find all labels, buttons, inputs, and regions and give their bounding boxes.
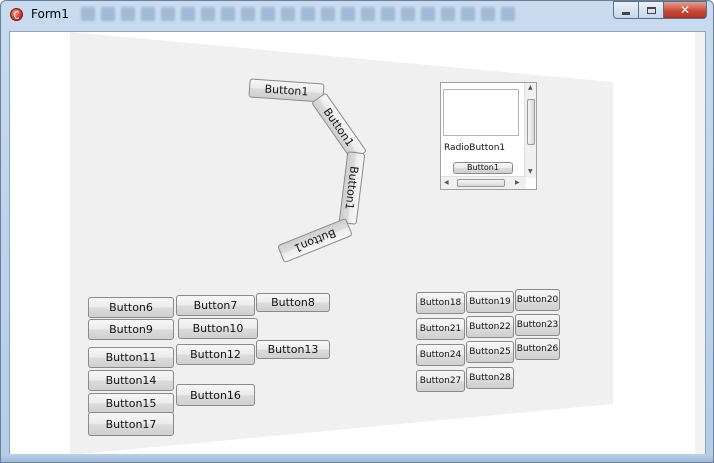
button-7[interactable]: Button7 bbox=[176, 295, 255, 316]
minimize-button[interactable] bbox=[613, 1, 639, 19]
client-area: Button1 Button1 Button1 Button1 RadioBut… bbox=[9, 31, 706, 455]
maximize-button[interactable] bbox=[639, 1, 664, 19]
client-scrollbar[interactable] bbox=[695, 32, 705, 454]
toolbar-icon bbox=[401, 7, 415, 21]
button-10[interactable]: Button10 bbox=[178, 318, 258, 339]
button-26[interactable]: Button26 bbox=[515, 338, 560, 360]
form-window: Form1 ✕ Button1 Button1 Button1 Button1 … bbox=[0, 0, 714, 463]
horizontal-scroll-thumb[interactable] bbox=[457, 179, 505, 187]
radio-button-label[interactable]: RadioButton1 bbox=[444, 143, 505, 153]
toolbar-icon bbox=[321, 7, 335, 21]
toolbar-icon bbox=[341, 7, 355, 21]
toolbar-icon bbox=[281, 7, 295, 21]
toolbar-icon bbox=[261, 7, 275, 21]
button-9[interactable]: Button9 bbox=[88, 319, 174, 340]
close-icon: ✕ bbox=[679, 3, 691, 17]
button-8[interactable]: Button8 bbox=[256, 293, 330, 312]
vertical-scroll-thumb[interactable] bbox=[527, 99, 535, 145]
toolbar-icon bbox=[201, 7, 215, 21]
button-24[interactable]: Button24 bbox=[416, 344, 465, 366]
caption-buttons: ✕ bbox=[613, 1, 707, 19]
button-23[interactable]: Button23 bbox=[515, 314, 560, 336]
scroll-up-icon[interactable]: ▲ bbox=[528, 85, 533, 91]
window-bottom-border bbox=[1, 454, 713, 462]
title-bar[interactable]: Form1 ✕ bbox=[1, 1, 713, 29]
button-20[interactable]: Button20 bbox=[515, 289, 560, 311]
button-25[interactable]: Button25 bbox=[466, 341, 514, 363]
toolbar-icon bbox=[301, 7, 315, 21]
scroll-right-icon[interactable]: ▶ bbox=[515, 180, 520, 186]
button-12[interactable]: Button12 bbox=[176, 344, 255, 365]
toolbar-icon bbox=[141, 7, 155, 21]
toolbar-icon bbox=[501, 7, 515, 21]
toolbar-icon bbox=[161, 7, 175, 21]
toolbar-icon bbox=[221, 7, 235, 21]
close-button[interactable]: ✕ bbox=[664, 1, 707, 19]
blurred-background-toolbar bbox=[81, 7, 515, 23]
toolbar-icon bbox=[241, 7, 255, 21]
button-18[interactable]: Button18 bbox=[416, 292, 465, 314]
button-28[interactable]: Button28 bbox=[466, 367, 514, 389]
toolbar-icon bbox=[121, 7, 135, 21]
button-16[interactable]: Button16 bbox=[176, 384, 255, 406]
toolbar-icon bbox=[381, 7, 395, 21]
button-21[interactable]: Button21 bbox=[416, 318, 465, 340]
app-icon[interactable] bbox=[10, 8, 23, 21]
toolbar-icon bbox=[461, 7, 475, 21]
toolbar-icon bbox=[181, 7, 195, 21]
button-14[interactable]: Button14 bbox=[88, 370, 174, 391]
toolbar-icon bbox=[481, 7, 495, 21]
window-title: Form1 bbox=[31, 7, 69, 21]
button-17[interactable]: Button17 bbox=[88, 412, 174, 436]
list-horizontal-scrollbar[interactable]: ◀ ▶ bbox=[441, 176, 526, 189]
list-inner-button[interactable]: Button1 bbox=[453, 162, 513, 174]
button-11[interactable]: Button11 bbox=[88, 347, 174, 368]
toolbar-icon bbox=[361, 7, 375, 21]
button-19[interactable]: Button19 bbox=[466, 291, 514, 313]
scroll-left-icon[interactable]: ◀ bbox=[444, 180, 449, 186]
toolbar-icon bbox=[441, 7, 455, 21]
inner-text-box[interactable] bbox=[443, 89, 519, 136]
button-13[interactable]: Button13 bbox=[256, 340, 330, 359]
scroll-down-icon[interactable]: ▼ bbox=[528, 169, 533, 175]
list-vertical-scrollbar[interactable]: ▲ ▼ bbox=[524, 83, 536, 178]
toolbar-icon bbox=[101, 7, 115, 21]
toolbar-icon bbox=[81, 7, 95, 21]
button-22[interactable]: Button22 bbox=[466, 316, 514, 338]
scroll-list-box[interactable]: RadioButton1 Button1 ▲ ▼ ◀ ▶ bbox=[440, 82, 537, 190]
button-15[interactable]: Button15 bbox=[88, 393, 174, 414]
button-27[interactable]: Button27 bbox=[416, 370, 465, 392]
button-6[interactable]: Button6 bbox=[88, 297, 174, 318]
maximize-icon bbox=[646, 6, 656, 14]
minimize-icon bbox=[622, 11, 630, 15]
toolbar-icon bbox=[421, 7, 435, 21]
